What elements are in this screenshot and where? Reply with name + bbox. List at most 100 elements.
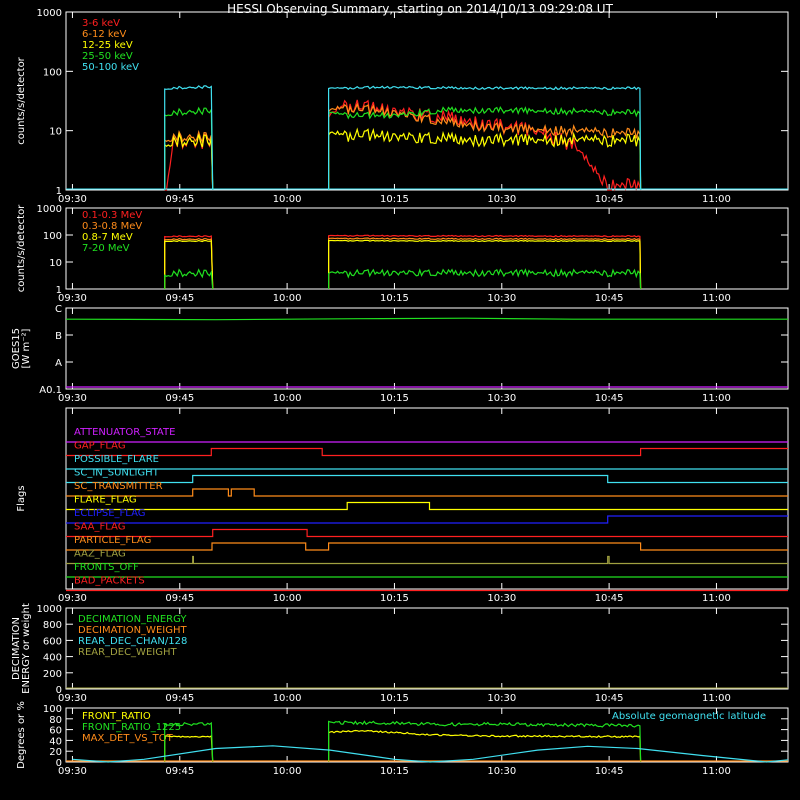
legend-entry: 0.3-0.8 MeV bbox=[82, 221, 142, 232]
x-tick-label: 10:15 bbox=[380, 393, 409, 404]
panel-ratio: 09:30 09:45 10:00 10:15 10:30 10:45 11:00 02040… bbox=[16, 701, 789, 777]
x-tick-label: 09:45 bbox=[165, 766, 194, 777]
panel-goes: 09:30 09:45 10:00 10:15 10:30 10:45 11:00 A0.1 A… bbox=[11, 304, 789, 404]
flag-label: FLARE_FLAG bbox=[74, 495, 137, 506]
legend-entry: 50-100 keV bbox=[82, 62, 139, 73]
x-tick-label: 10:15 bbox=[380, 593, 409, 604]
legend-entry: FRONT_RATIO_1225 bbox=[82, 722, 181, 733]
flag-label: GAP_FLAG bbox=[74, 441, 126, 452]
y-tick-label: 1000 bbox=[37, 8, 62, 19]
series-line-1 bbox=[328, 237, 642, 290]
x-tick-label: 10:30 bbox=[487, 293, 516, 304]
y-tick-label: 100 bbox=[43, 704, 62, 715]
ratio-line-1 bbox=[328, 720, 642, 763]
legend-entry: 3-6 keV bbox=[82, 18, 120, 29]
x-tick-label: 09:45 bbox=[165, 693, 194, 704]
y-tick-label: 0 bbox=[56, 758, 62, 769]
legend-entry: 7-20 MeV bbox=[82, 243, 130, 254]
flag-label: SAA_FLAG bbox=[74, 522, 125, 533]
flag-line bbox=[66, 474, 788, 484]
series-line-0 bbox=[164, 132, 214, 191]
x-tick-label: 10:30 bbox=[487, 693, 516, 704]
legend-entry: DECIMATION_ENERGY bbox=[78, 614, 187, 625]
x-tick-label: 11:00 bbox=[702, 393, 731, 404]
panel-flags: 09:30 09:45 10:00 10:15 10:30 10:45 11:00 Flags… bbox=[16, 407, 789, 604]
series-line-4 bbox=[164, 85, 214, 191]
legend-entry: DECIMATION_WEIGHT bbox=[78, 625, 187, 636]
y-tick-label: 100 bbox=[43, 67, 62, 78]
x-tick-label: 09:30 bbox=[58, 593, 87, 604]
flag-label: PARTICLE_FLAG bbox=[74, 535, 151, 546]
y-axis-label: [W m⁻²] bbox=[21, 328, 32, 368]
x-tick-label: 10:15 bbox=[380, 693, 409, 704]
y-tick-label: 1000 bbox=[37, 604, 62, 615]
x-tick-label: 10:45 bbox=[595, 393, 624, 404]
x-tick-label: 09:30 bbox=[58, 393, 87, 404]
chart-title: HESSI Observing Summary, starting on 201… bbox=[227, 2, 613, 16]
flag-line bbox=[66, 447, 788, 457]
x-tick-label: 10:00 bbox=[273, 293, 302, 304]
x-tick-label: 10:45 bbox=[595, 293, 624, 304]
flag-label: AAZ_FLAG bbox=[74, 549, 126, 560]
x-tick-label: 10:00 bbox=[273, 393, 302, 404]
legend-entry: 25-50 keV bbox=[82, 51, 133, 62]
x-tick-label: 10:45 bbox=[595, 693, 624, 704]
flag-line bbox=[66, 515, 788, 524]
series-line-0 bbox=[164, 235, 214, 290]
panel-lightcurve: 09:30 09:45 10:00 10:15 10:30 10:45 11:00 1 10 10… bbox=[16, 8, 789, 205]
x-tick-label: 09:45 bbox=[165, 194, 194, 205]
panel-decimation: 09:30 09:45 10:00 10:15 10:30 10:45 11:00 0 200 4… bbox=[11, 603, 789, 704]
y-axis-label: counts/s/detector bbox=[16, 204, 27, 292]
flag-line bbox=[66, 528, 788, 538]
x-tick-label: 10:30 bbox=[487, 194, 516, 205]
legend-entry: MAX_DET_VS_TOT bbox=[82, 733, 174, 744]
series-line-1 bbox=[164, 237, 214, 290]
legend-entry: 12-25 keV bbox=[82, 40, 133, 51]
legend-entry: FRONT_RATIO bbox=[82, 711, 151, 722]
y-tick-label: 600 bbox=[43, 636, 62, 647]
panel-frame bbox=[65, 207, 789, 290]
x-tick-label: 09:45 bbox=[165, 593, 194, 604]
y-tick-label: A0.1 bbox=[39, 385, 62, 396]
x-tick-label: 10:45 bbox=[595, 593, 624, 604]
y-tick-label: 40 bbox=[49, 736, 62, 747]
flag-label: POSSIBLE_FLARE bbox=[74, 454, 159, 465]
x-tick-label: 11:00 bbox=[702, 693, 731, 704]
y-tick-label: 20 bbox=[49, 747, 62, 758]
series-line-3 bbox=[164, 268, 214, 290]
x-tick-label: 09:45 bbox=[165, 293, 194, 304]
x-tick-label: 10:00 bbox=[273, 593, 302, 604]
x-tick-label: 10:15 bbox=[380, 766, 409, 777]
series-line-3 bbox=[328, 268, 642, 290]
flag-label: BAD_PACKETS bbox=[74, 576, 145, 587]
x-tick-label: 10:00 bbox=[273, 766, 302, 777]
y-tick-label: 1 bbox=[56, 285, 62, 296]
flag-label: FRONTS_OFF bbox=[74, 562, 139, 573]
flag-line bbox=[66, 488, 788, 497]
x-tick-label: 10:30 bbox=[487, 593, 516, 604]
flag-line bbox=[66, 501, 788, 511]
flag-line bbox=[66, 555, 788, 565]
y-tick-label: 400 bbox=[43, 653, 62, 664]
x-tick-label: 10:30 bbox=[487, 393, 516, 404]
x-tick-label: 09:30 bbox=[58, 293, 87, 304]
x-tick-label: 11:00 bbox=[702, 293, 731, 304]
legend-entry: 0.1-0.3 MeV bbox=[82, 210, 142, 221]
y-tick-label: C bbox=[55, 304, 62, 315]
series-line-0 bbox=[328, 234, 642, 290]
y-tick-label: 100 bbox=[43, 231, 62, 242]
x-tick-label: 09:30 bbox=[58, 693, 87, 704]
legend-entry: REAR_DEC_WEIGHT bbox=[78, 647, 177, 658]
x-tick-label: 10:30 bbox=[487, 766, 516, 777]
y-tick-label: 10 bbox=[49, 258, 62, 269]
x-tick-label: 10:45 bbox=[595, 194, 624, 205]
y-tick-label: 800 bbox=[43, 620, 62, 631]
goes-line bbox=[66, 317, 788, 321]
y-tick-label: 200 bbox=[43, 669, 62, 680]
y-tick-label: 60 bbox=[49, 726, 62, 737]
right-label: Absolute geomagnetic latitude bbox=[612, 711, 766, 722]
y-tick-label: 1000 bbox=[37, 204, 62, 215]
y-tick-label: A bbox=[55, 358, 62, 369]
y-tick-label: 0 bbox=[56, 685, 62, 696]
y-axis-label: Degrees or % bbox=[16, 701, 27, 769]
